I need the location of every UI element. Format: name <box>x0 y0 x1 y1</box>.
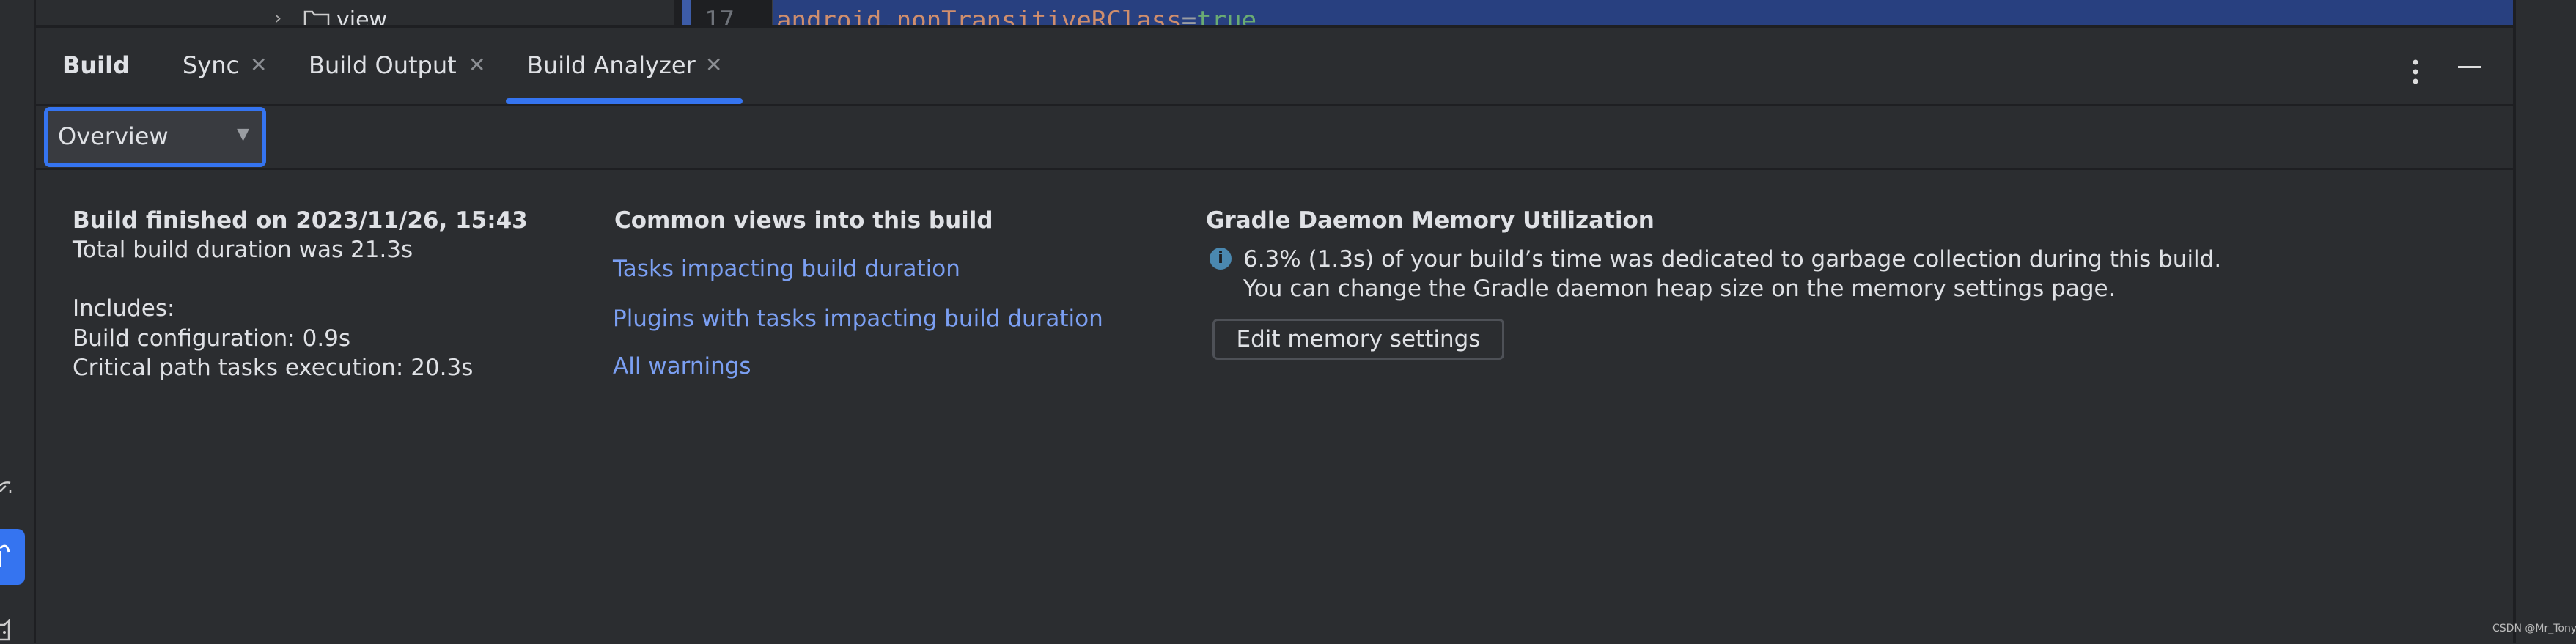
right-tool-strip <box>2513 0 2576 643</box>
more-options-icon[interactable] <box>2411 59 2420 88</box>
config-duration: Build configuration: 0.9s <box>73 325 351 352</box>
build-tool-button[interactable] <box>0 529 25 585</box>
total-duration: Total build duration was 21.3s <box>73 237 413 263</box>
view-selector-value: Overview <box>58 122 169 150</box>
logcat-icon[interactable] <box>0 619 25 644</box>
common-views-title: Common views into this build <box>614 207 993 234</box>
divider <box>36 104 2513 106</box>
tool-window-tab-bar: Build Sync ✕ Build Output ✕ Build Analyz… <box>36 28 2513 104</box>
project-tree-partial: › view <box>36 0 674 25</box>
line-number: 17 <box>704 6 735 25</box>
tab-build-analyzer[interactable]: Build Analyzer <box>527 51 696 79</box>
view-selector-dropdown[interactable]: Overview ▼ <box>44 107 266 167</box>
link-tasks-impacting[interactable]: Tasks impacting build duration <box>613 254 960 284</box>
link-plugins-impacting[interactable]: Plugins with tasks impacting build durat… <box>613 304 1103 333</box>
tab-sync[interactable]: Sync <box>183 51 239 79</box>
includes-label: Includes: <box>73 295 175 322</box>
memory-hint-text: You can change the Gradle daemon heap si… <box>1243 275 2116 302</box>
profiler-gauge-icon[interactable] <box>0 473 25 497</box>
info-icon: i <box>1210 248 1232 270</box>
gutter-change-marker <box>682 0 691 25</box>
code-key: android.nonTransitiveRClass <box>776 6 1182 25</box>
link-all-warnings[interactable]: All warnings <box>613 352 751 381</box>
dropdown-arrow-icon: ▼ <box>237 125 249 144</box>
tool-window-title: Build <box>62 51 130 79</box>
code-eq: = <box>1181 6 1197 25</box>
memory-gc-text: 6.3% (1.3s) of your build’s time was ded… <box>1243 246 2222 273</box>
minimize-icon[interactable] <box>2458 66 2481 68</box>
summary-title: Build finished on 2023/11/26, 15:43 <box>73 207 528 234</box>
editor-selected-line[interactable]: android.nonTransitiveRClass=true <box>772 0 2514 25</box>
memory-title: Gradle Daemon Memory Utilization <box>1206 207 1655 234</box>
close-icon[interactable]: ✕ <box>705 53 722 77</box>
left-tool-strip <box>0 0 36 643</box>
tab-build-output[interactable]: Build Output <box>309 51 457 79</box>
close-icon[interactable]: ✕ <box>468 53 485 77</box>
active-tab-indicator <box>506 98 743 104</box>
watermark: CSDN @Mr_Tony <box>2492 623 2576 634</box>
chevron-right-icon[interactable]: › <box>274 7 281 25</box>
critical-path-duration: Critical path tasks execution: 20.3s <box>73 355 474 381</box>
code-value: true <box>1196 6 1257 25</box>
edit-memory-settings-button[interactable]: Edit memory settings <box>1212 319 1504 360</box>
close-icon[interactable]: ✕ <box>250 53 267 77</box>
folder-icon <box>303 10 330 25</box>
hammer-icon <box>0 544 10 567</box>
project-tree-item-label[interactable]: view <box>336 7 387 25</box>
divider <box>36 168 2513 170</box>
